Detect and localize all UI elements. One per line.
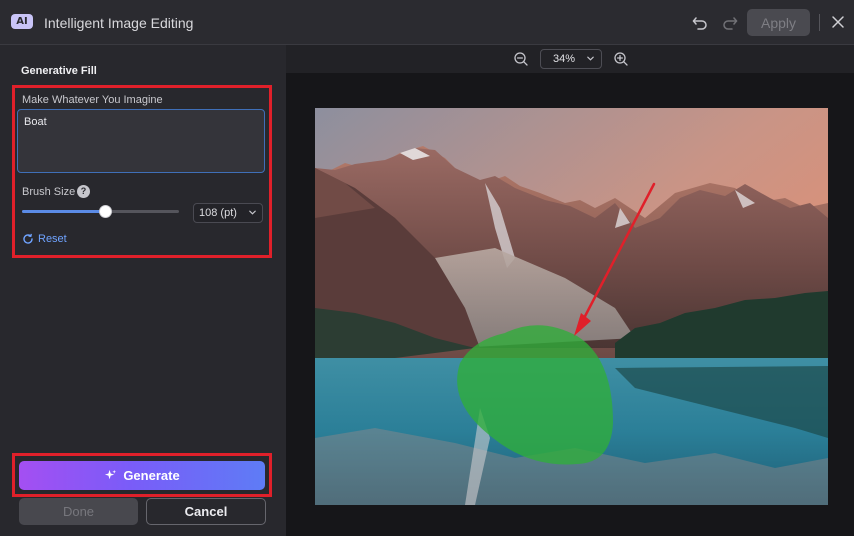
mountain-lake-photo (315, 108, 828, 505)
brush-size-slider-fill (22, 210, 106, 213)
close-icon[interactable] (829, 13, 847, 31)
cancel-button[interactable]: Cancel (146, 498, 266, 525)
brush-size-value: 108 (pt) (199, 207, 237, 219)
brush-size-slider[interactable] (22, 205, 179, 218)
chevron-down-icon (587, 56, 594, 61)
done-button[interactable]: Done (19, 498, 138, 525)
prompt-label: Make Whatever You Imagine (22, 94, 163, 106)
ai-logo-badge: AI (11, 14, 33, 29)
reset-icon (23, 233, 33, 244)
title-separator (819, 14, 820, 31)
help-icon[interactable]: ? (77, 185, 90, 198)
brush-size-label: Brush Size (22, 186, 76, 198)
chevron-down-icon (249, 210, 256, 215)
sparkle-icon (105, 469, 117, 480)
redo-icon[interactable] (721, 13, 739, 31)
brush-size-dropdown[interactable]: 108 (pt) (193, 203, 263, 223)
generate-button[interactable]: Generate (19, 461, 265, 490)
zoom-value: 34% (553, 53, 576, 65)
editing-canvas-image[interactable] (315, 108, 828, 505)
panel-heading: Generative Fill (21, 65, 97, 77)
generate-label: Generate (123, 468, 180, 483)
reset-label: Reset (38, 233, 67, 245)
zoom-dropdown[interactable]: 34% (540, 49, 602, 69)
prompt-input[interactable] (17, 109, 265, 173)
title-bar: AI Intelligent Image Editing Apply (0, 0, 854, 45)
window-title: Intelligent Image Editing (44, 15, 194, 31)
undo-icon[interactable] (691, 13, 709, 31)
zoom-in-icon[interactable] (613, 51, 629, 67)
canvas-area: 34% (286, 45, 854, 536)
apply-button[interactable]: Apply (747, 9, 810, 36)
generative-fill-panel: Generative Fill Make Whatever You Imagin… (0, 45, 286, 536)
reset-button[interactable]: Reset (22, 232, 67, 246)
zoom-out-icon[interactable] (513, 51, 529, 67)
zoom-toolbar: 34% (286, 45, 854, 73)
